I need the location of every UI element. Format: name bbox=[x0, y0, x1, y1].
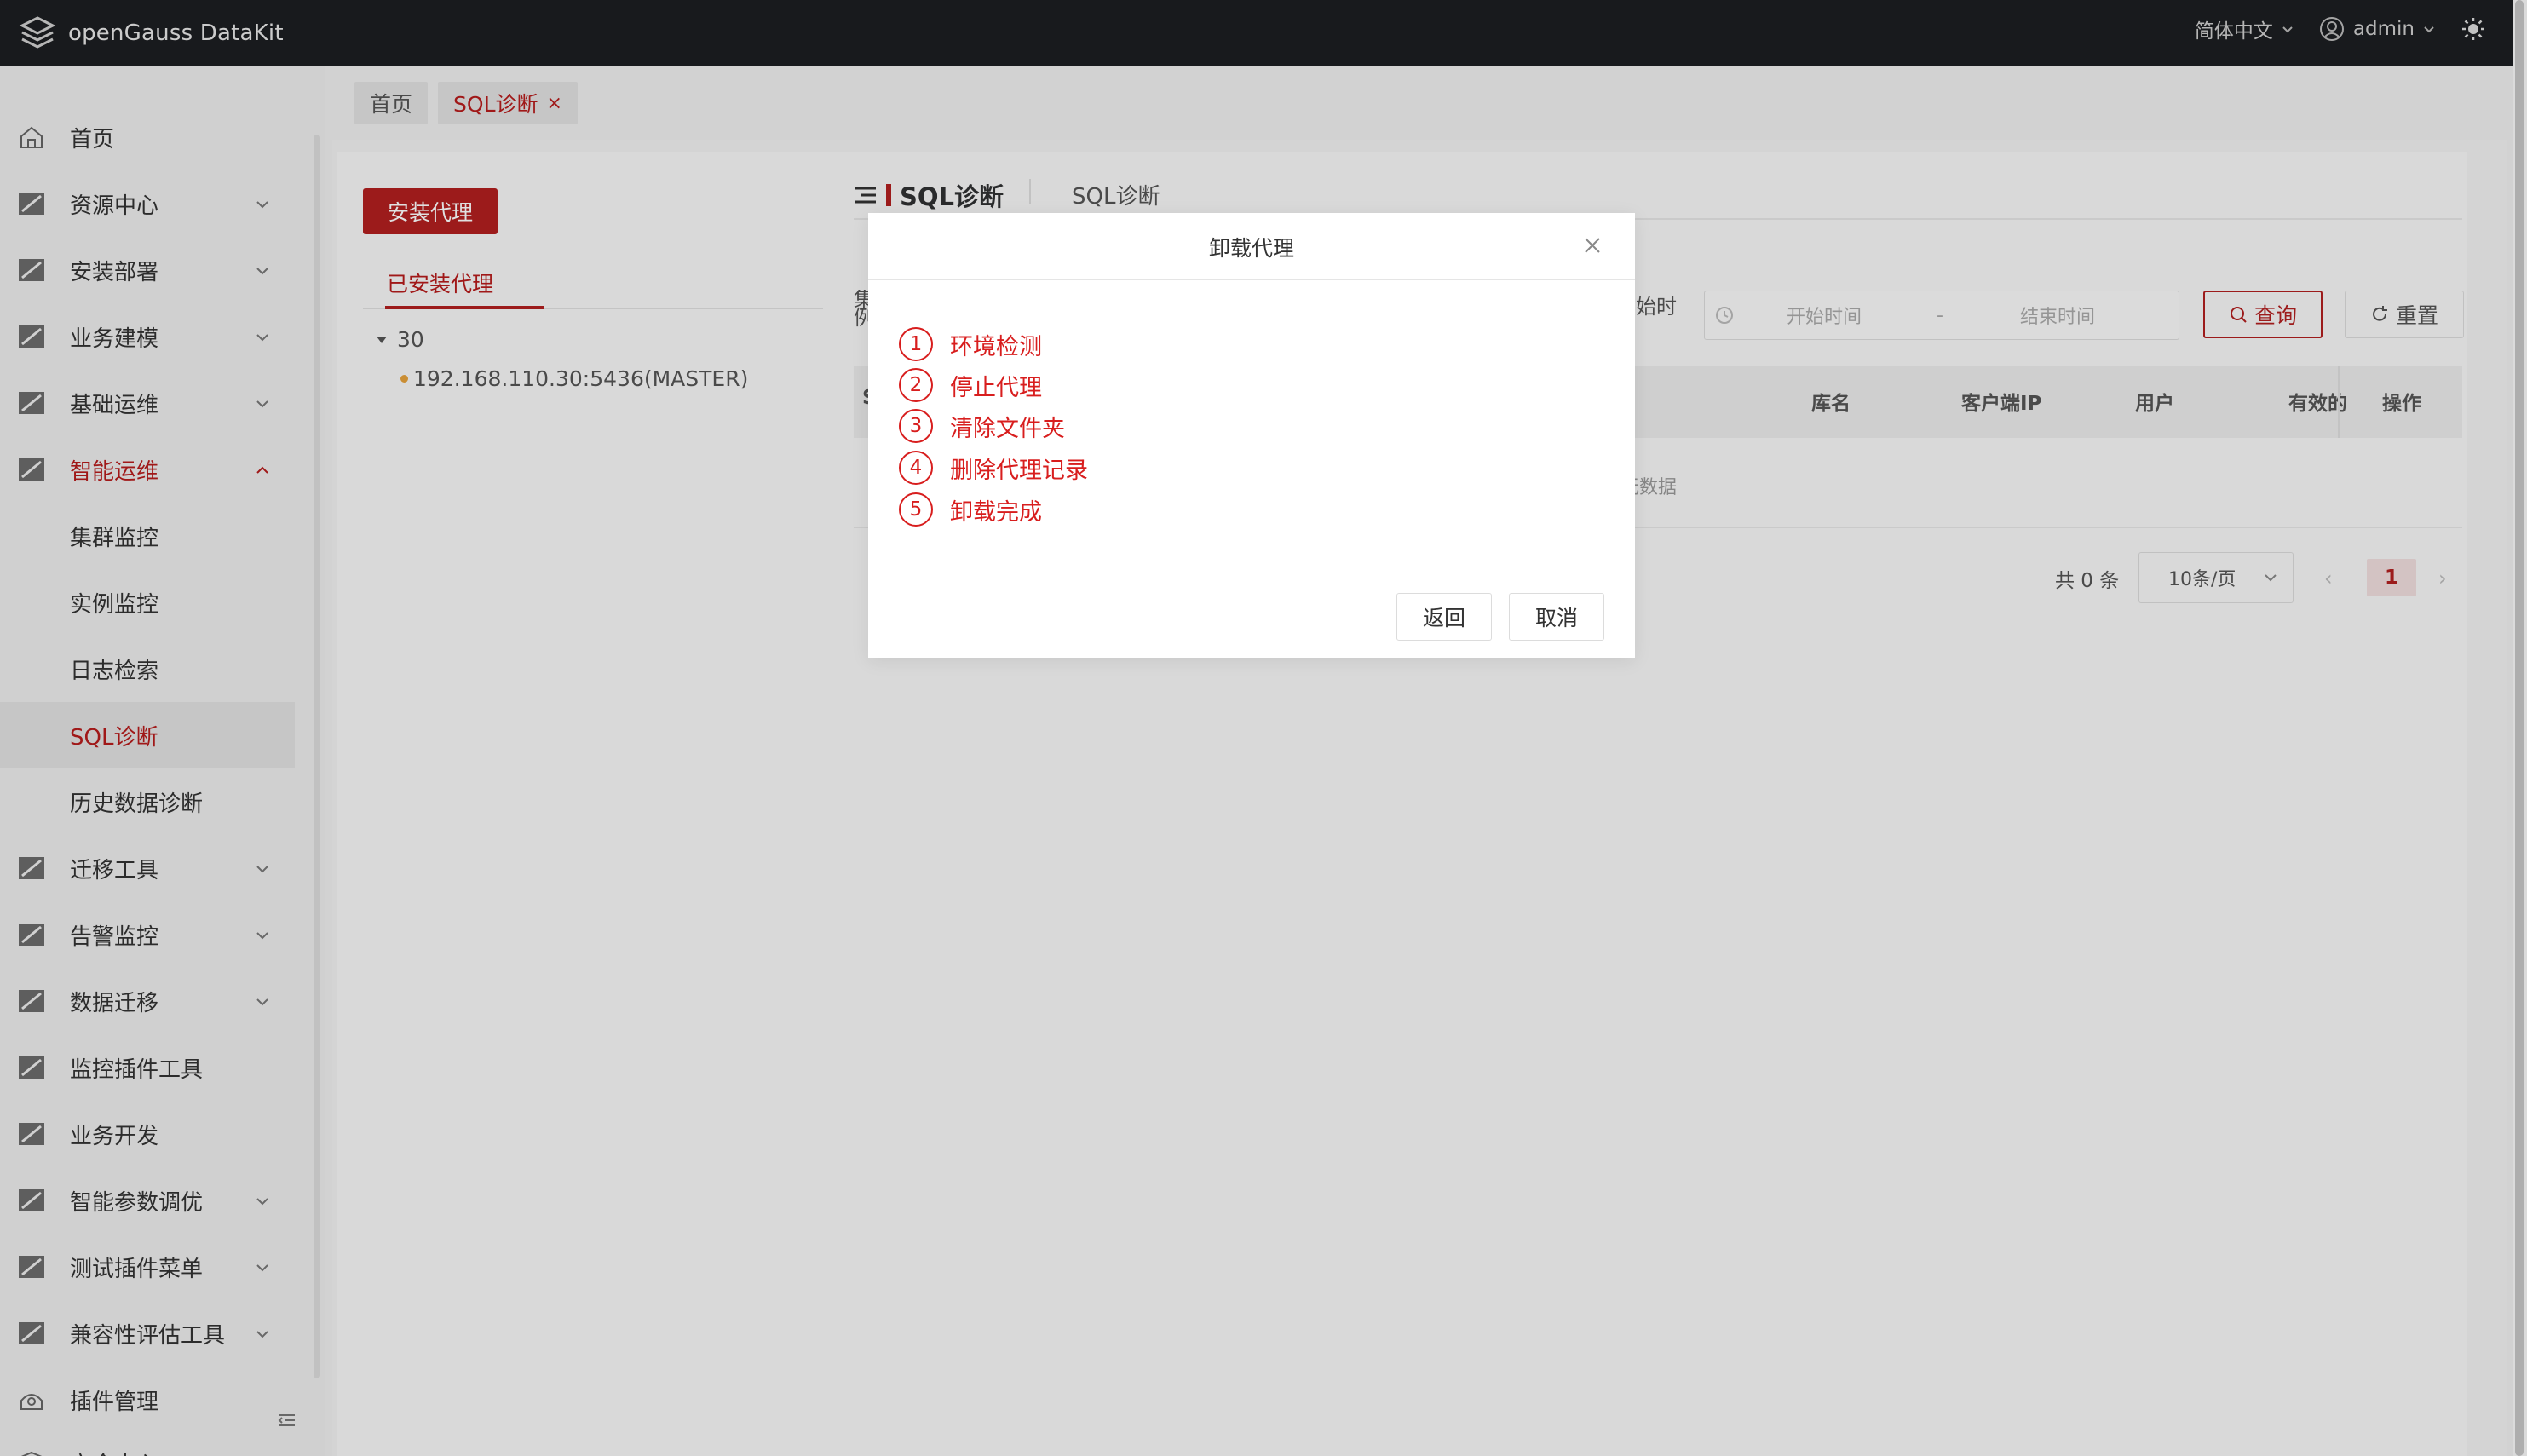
cancel-button[interactable]: 取消 bbox=[1509, 593, 1604, 641]
step-label: 清除文件夹 bbox=[950, 415, 1065, 442]
step-label: 删除代理记录 bbox=[950, 457, 1088, 484]
dialog-header: 卸载代理 bbox=[868, 213, 1635, 280]
step-item: 3 清除文件夹 bbox=[899, 407, 1065, 445]
step-label: 卸载完成 bbox=[950, 498, 1042, 526]
step-item: 2 停止代理 bbox=[899, 366, 1042, 404]
step-item: 4 删除代理记录 bbox=[899, 449, 1088, 486]
step-label: 停止代理 bbox=[950, 374, 1042, 401]
step-number: 5 bbox=[899, 492, 933, 527]
step-item: 5 卸载完成 bbox=[899, 491, 1042, 528]
uninstall-agent-dialog: 卸载代理 1 环境检测 2 停止代理 3 清除文件夹 4 删除代理记录 5 卸载… bbox=[868, 213, 1635, 658]
dialog-title: 卸载代理 bbox=[1208, 236, 1294, 261]
close-icon[interactable] bbox=[1582, 235, 1603, 256]
step-number: 3 bbox=[899, 409, 933, 443]
step-number: 4 bbox=[899, 451, 933, 485]
step-item: 1 环境检测 bbox=[899, 325, 1042, 363]
back-button[interactable]: 返回 bbox=[1396, 593, 1492, 641]
step-label: 环境检测 bbox=[950, 333, 1042, 360]
step-number: 2 bbox=[899, 368, 933, 402]
step-number: 1 bbox=[899, 327, 933, 361]
